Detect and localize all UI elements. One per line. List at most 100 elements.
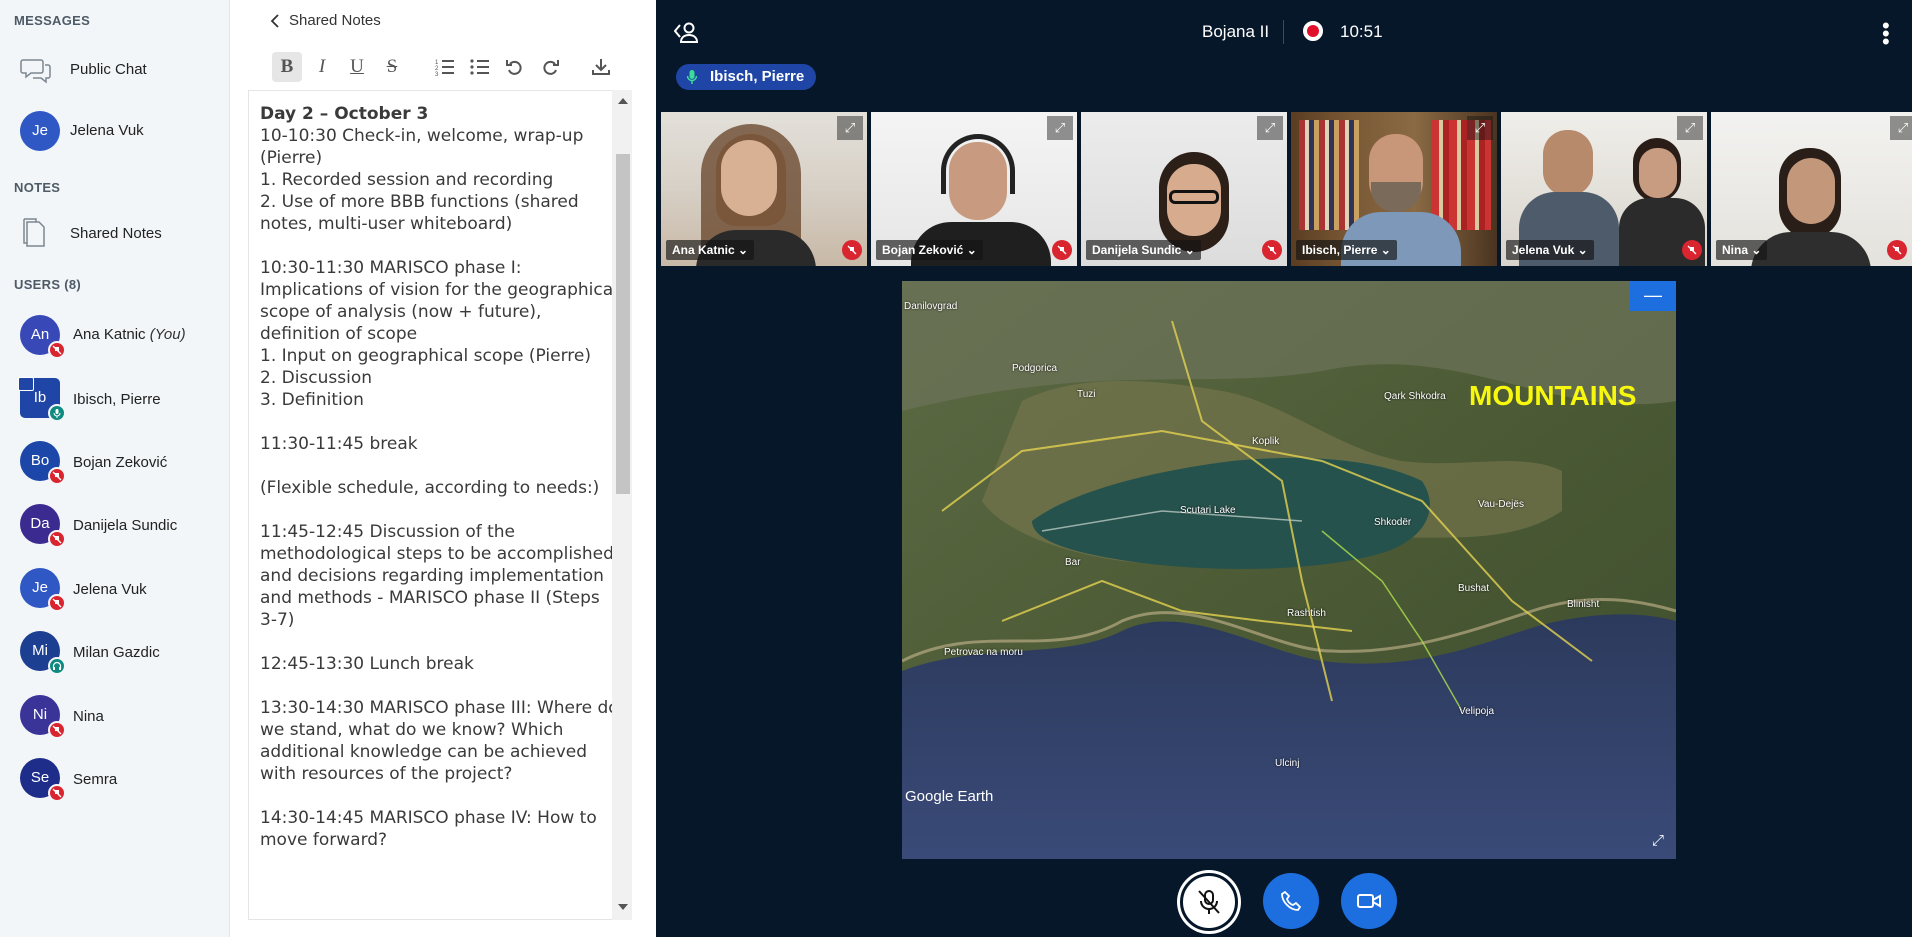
notes-editor[interactable]: Day 2 – October 3 10-10:30 Check-in, wel… [248, 90, 628, 920]
underline-button[interactable]: U [342, 52, 372, 82]
fullscreen-icon[interactable]: ⤢ [1257, 116, 1283, 140]
video-tile[interactable]: Danijela Sundic ⌄ ⤢ [1081, 112, 1287, 266]
fullscreen-icon[interactable]: ⤢ [1890, 116, 1912, 140]
map-label: Vau-Dejës [1478, 499, 1524, 510]
ordered-list-button[interactable]: 123 [430, 52, 460, 82]
italic-button[interactable]: I [307, 52, 337, 82]
notes-heading: NOTES [14, 180, 61, 195]
muted-mic-icon [48, 594, 66, 612]
scroll-up-arrow[interactable] [618, 98, 628, 104]
video-tile[interactable]: Jelena Vuk ⌄ ⤢ [1501, 112, 1707, 266]
muted-mic-icon [48, 530, 66, 548]
map-label: Rashtish [1287, 608, 1326, 619]
shared-notes-item[interactable]: Shared Notes [0, 206, 229, 262]
bold-button[interactable]: B [272, 52, 302, 82]
toggle-userlist-icon[interactable] [674, 20, 700, 44]
public-chat-item[interactable]: Public Chat [0, 42, 229, 98]
avatar: Je [20, 111, 60, 151]
video-tile[interactable]: Ibisch, Pierre ⌄ ⤢ [1291, 112, 1497, 266]
unmute-button[interactable] [1180, 873, 1238, 931]
participant-name: Ibisch, Pierre ⌄ [1296, 240, 1397, 260]
map-label: Shkodër [1374, 517, 1412, 528]
map-label: Qark Shkodra [1384, 391, 1446, 402]
participant-name-text: Bojan Zeković [882, 243, 964, 257]
user-name: Ana Katnic [73, 326, 146, 343]
options-menu-icon[interactable]: • • • [1882, 15, 1890, 53]
muted-mic-icon [842, 240, 862, 260]
notes-scrollbar[interactable] [612, 90, 632, 920]
meeting-area: Bojana II 10:51 • • • Ibisch, Pierre Ana K… [656, 0, 1912, 937]
document-icon [23, 218, 45, 247]
share-webcam-button[interactable] [1341, 873, 1397, 929]
participant-name-text: Ibisch, Pierre [1302, 243, 1378, 257]
user-item[interactable]: Ib Ibisch, Pierre [0, 372, 229, 428]
you-label: (You) [149, 326, 186, 343]
map-label: Petrovac na moru [944, 647, 1023, 658]
users-heading: USERS (8) [14, 277, 81, 292]
participant-name-text: Jelena Vuk [1512, 243, 1575, 257]
user-name: Milan Gazdic [73, 644, 160, 661]
private-chat-item[interactable]: Je Jelena Vuk [0, 103, 229, 159]
bookshelf [1299, 120, 1359, 230]
recording-timer: 10:51 [1340, 22, 1383, 41]
participant-name: Bojan Zeković ⌄ [876, 240, 983, 260]
undo-button[interactable] [500, 52, 530, 82]
user-name: Ibisch, Pierre [73, 391, 161, 408]
participant-face [1543, 130, 1593, 196]
public-chat-label: Public Chat [70, 61, 147, 78]
user-item[interactable]: Se Semra [0, 752, 229, 808]
user-item[interactable]: Mi Milan Gazdic [0, 625, 229, 681]
shared-notes-panel: Shared Notes B I U S 123 Day 2 – October… [230, 0, 656, 937]
user-item[interactable]: Je Jelena Vuk [0, 562, 229, 618]
participant-face [721, 140, 777, 216]
muted-mic-icon [48, 467, 66, 485]
leave-audio-button[interactable] [1263, 873, 1319, 929]
microphone-icon [686, 70, 698, 84]
user-item[interactable]: Da Danijela Sundic [0, 498, 229, 554]
recording-icon[interactable] [1303, 21, 1323, 41]
screenshare-view[interactable]: Danilovgrad Podgorica Tuzi Koplik Qark S… [902, 281, 1676, 859]
muted-mic-icon [1682, 240, 1702, 260]
user-name: Nina [73, 708, 104, 725]
scroll-down-arrow[interactable] [618, 904, 628, 910]
fullscreen-icon[interactable]: ⤢ [1047, 116, 1073, 140]
map-label: Bushat [1458, 583, 1490, 594]
participant-name-text: Ana Katnic [672, 243, 735, 257]
ordered-list-icon: 123 [435, 60, 454, 76]
map-label: Blinisht [1567, 599, 1600, 610]
video-tile[interactable]: Nina ⌄ ⤢ [1711, 112, 1912, 266]
video-tile[interactable]: Ana Katnic ⌄ ⤢ [661, 112, 867, 266]
user-item[interactable]: Bo Bojan Zeković [0, 435, 229, 491]
user-name: Danijela Sundic [73, 517, 178, 534]
strikethrough-button[interactable]: S [377, 52, 407, 82]
user-name: Semra [73, 771, 118, 788]
fullscreen-icon[interactable]: ⤢ [1467, 116, 1493, 140]
user-item[interactable]: Ni Nina [0, 689, 229, 745]
google-earth-watermark: Google Earth [905, 788, 994, 805]
fullscreen-icon[interactable]: ⤢ [837, 116, 863, 140]
participant-face [1787, 158, 1835, 224]
talking-indicator[interactable]: Ibisch, Pierre [676, 64, 817, 90]
map-label: Bar [1065, 557, 1081, 568]
map-label: Scutari Lake [1180, 505, 1236, 516]
fullscreen-icon[interactable]: ⤢ [1652, 832, 1664, 849]
phone-icon [1281, 890, 1302, 911]
participant-glasses [1169, 190, 1219, 204]
redo-button[interactable] [535, 52, 565, 82]
minimize-presentation-button[interactable]: — [1630, 281, 1676, 311]
scroll-thumb[interactable] [616, 154, 630, 494]
bullet-list-button[interactable] [465, 52, 495, 82]
camera-icon [1357, 894, 1381, 908]
video-tile[interactable]: Bojan Zeković ⌄ ⤢ [871, 112, 1077, 266]
presenter-icon [18, 377, 34, 391]
user-name: Bojan Zeković [73, 454, 168, 471]
fullscreen-icon[interactable]: ⤢ [1677, 116, 1703, 140]
notes-title: Shared Notes [289, 12, 381, 29]
doc-heading: Day 2 – October 3 [260, 104, 429, 124]
notes-back-button[interactable]: Shared Notes [270, 10, 420, 34]
messages-heading: MESSAGES [14, 13, 91, 28]
headphones-icon [48, 657, 66, 675]
participant-name: Jelena Vuk ⌄ [1506, 240, 1594, 260]
export-button[interactable] [586, 52, 616, 82]
user-item[interactable]: An Ana Katnic (You) [0, 309, 229, 365]
